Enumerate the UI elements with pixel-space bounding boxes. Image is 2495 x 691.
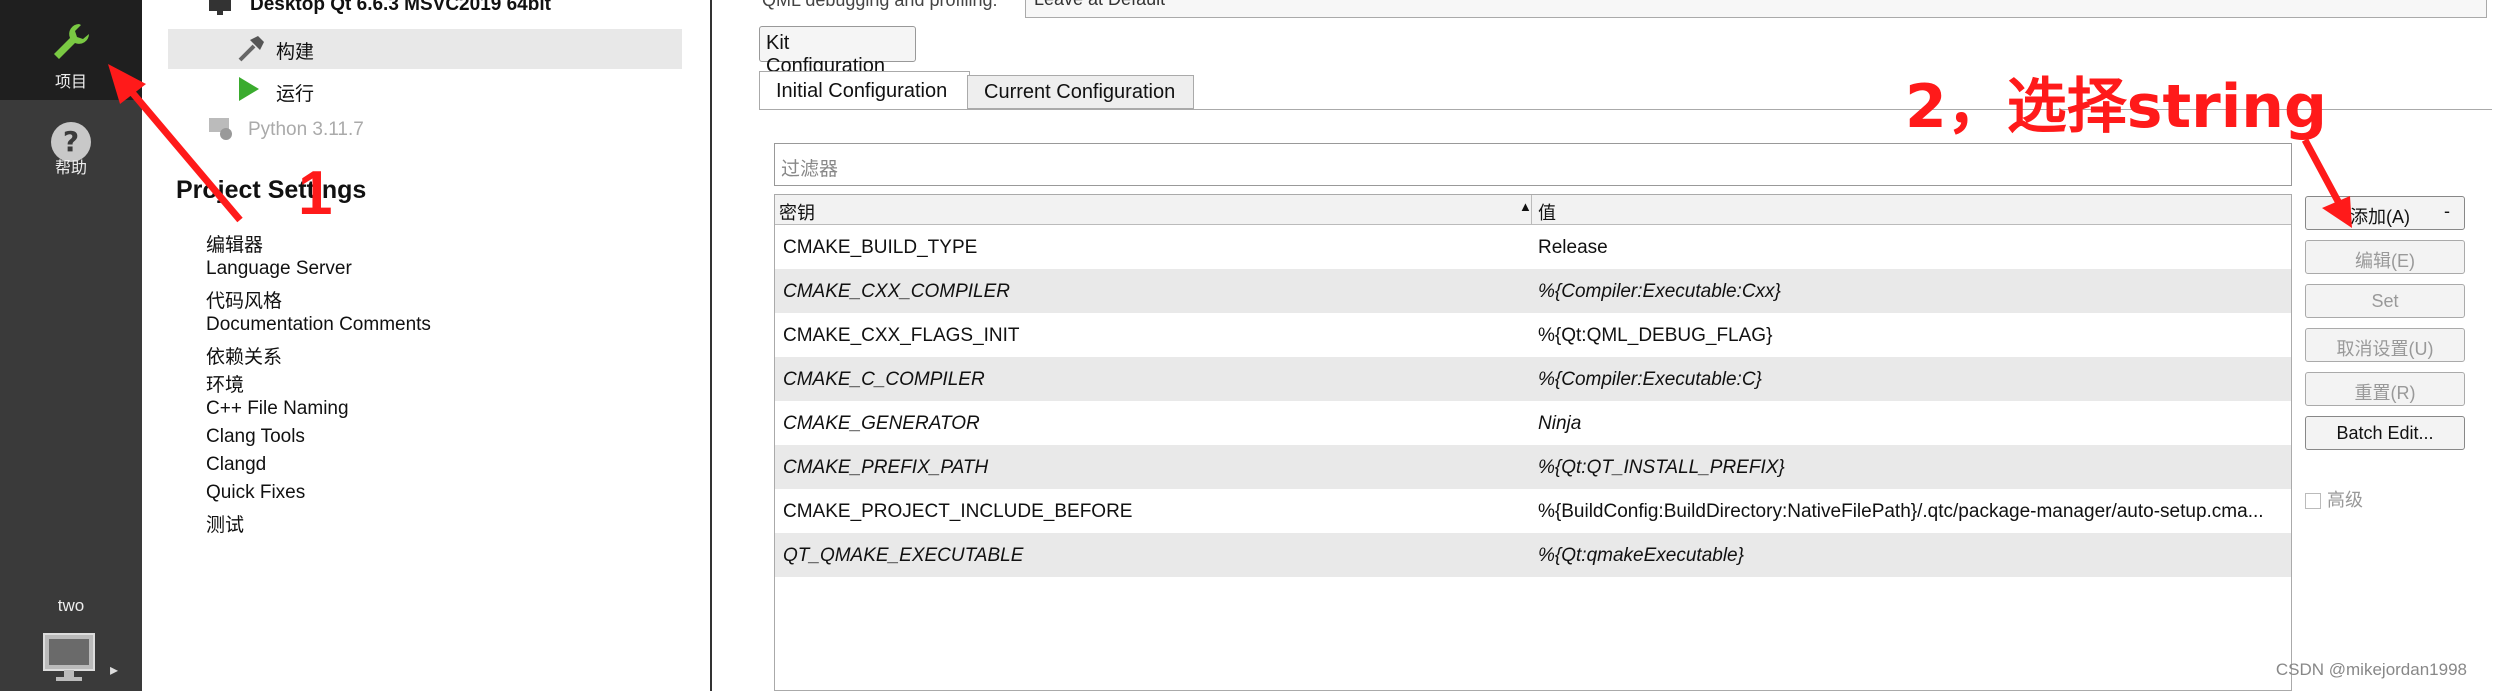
table-row[interactable]: CMAKE_PREFIX_PATH %{Qt:QT_INSTALL_PREFIX…: [775, 445, 2291, 489]
wrench-icon: [54, 24, 89, 59]
mode-help[interactable]: ? 帮助: [0, 108, 142, 208]
row-value: %{Qt:qmakeExecutable}: [1538, 545, 1744, 566]
kit-selector-label[interactable]: two: [0, 596, 142, 616]
reset-button[interactable]: 重置(R): [2305, 372, 2465, 406]
tree-item-python-label: Python 3.11.7: [248, 119, 364, 140]
settings-item-code-style[interactable]: 代码风格: [206, 286, 282, 313]
row-key: CMAKE_PROJECT_INCLUDE_BEFORE: [783, 501, 1133, 522]
edit-button[interactable]: 编辑(E): [2305, 240, 2465, 274]
row-value: Ninja: [1538, 413, 1582, 434]
row-key: CMAKE_BUILD_TYPE: [783, 237, 978, 258]
table-row[interactable]: CMAKE_C_COMPILER %{Compiler:Executable:C…: [775, 357, 2291, 401]
advanced-label: 高级: [2327, 490, 2363, 510]
table-row[interactable]: QT_QMAKE_EXECUTABLE %{Qt:qmakeExecutable…: [775, 533, 2291, 577]
cmake-config-table[interactable]: 密钥 ▲ 值 CMAKE_BUILD_TYPE Release CMAKE_CX…: [774, 194, 2292, 691]
settings-item-language-server[interactable]: Language Server: [206, 258, 352, 280]
mode-help-label: 帮助: [54, 160, 87, 177]
add-menu-icon[interactable]: -: [2444, 201, 2450, 222]
row-key: CMAKE_PREFIX_PATH: [783, 457, 989, 478]
mode-projects[interactable]: 项目: [0, 0, 142, 100]
desktop-kit-icon: [209, 0, 231, 15]
settings-item-clang-tools[interactable]: Clang Tools: [206, 426, 305, 448]
batch-edit-button[interactable]: Batch Edit...: [2305, 416, 2465, 450]
row-value: %{Compiler:Executable:Cxx}: [1538, 281, 1781, 302]
settings-item-testing[interactable]: 测试: [206, 510, 244, 537]
tree-item-build[interactable]: 构建: [168, 29, 682, 69]
project-settings-title: Project Settings: [176, 176, 367, 204]
qml-debugging-label: QML debugging and profiling:: [762, 0, 998, 10]
row-value: %{Qt:QML_DEBUG_FLAG}: [1538, 325, 1773, 346]
table-row[interactable]: CMAKE_BUILD_TYPE Release: [775, 225, 2291, 269]
settings-item-editor[interactable]: 编辑器: [206, 230, 263, 257]
row-value: %{Compiler:Executable:C}: [1538, 369, 1762, 390]
settings-item-cpp-file-naming[interactable]: C++ File Naming: [206, 398, 349, 420]
kit-title[interactable]: Desktop Qt 6.6.3 MSVC2019 64bit: [250, 0, 551, 16]
table-row[interactable]: CMAKE_CXX_COMPILER %{Compiler:Executable…: [775, 269, 2291, 313]
column-header-key[interactable]: 密钥: [779, 199, 815, 225]
annotation-step-1: 1: [298, 159, 333, 228]
monitor-icon[interactable]: [40, 632, 100, 684]
set-button[interactable]: Set: [2305, 284, 2465, 318]
tab-current-configuration[interactable]: Current Configuration: [967, 75, 1194, 109]
row-key: CMAKE_GENERATOR: [783, 413, 980, 434]
table-row[interactable]: CMAKE_GENERATOR Ninja: [775, 401, 2291, 445]
kit-configuration-button[interactable]: Kit Configuration: [759, 26, 916, 77]
table-row[interactable]: CMAKE_PROJECT_INCLUDE_BEFORE %{BuildConf…: [775, 489, 2291, 533]
mode-projects-label: 项目: [54, 74, 87, 91]
row-key: CMAKE_CXX_COMPILER: [783, 281, 1011, 302]
row-value: %{Qt:QT_INSTALL_PREFIX}: [1538, 457, 1785, 478]
advanced-checkbox[interactable]: 高级: [2305, 486, 2363, 512]
row-key: CMAKE_CXX_FLAGS_INIT: [783, 325, 1020, 346]
column-header-value[interactable]: 值: [1538, 199, 1556, 225]
hammer-icon: [238, 36, 264, 62]
annotation-step-2: 2，选择string: [1905, 72, 2327, 142]
filter-input[interactable]: 过滤器: [774, 143, 2292, 186]
add-button-label: 添加(A): [2350, 207, 2410, 227]
watermark: CSDN @mikejordan1998: [2275, 660, 2467, 679]
run-icon: [239, 77, 259, 101]
unset-button[interactable]: 取消设置(U): [2305, 328, 2465, 362]
sort-ascending-icon[interactable]: ▲: [1519, 199, 1532, 214]
add-button[interactable]: 添加(A) -: [2305, 196, 2465, 230]
kit-expand-icon[interactable]: ▸: [110, 660, 118, 680]
settings-item-quick-fixes[interactable]: Quick Fixes: [206, 482, 305, 504]
project-tree-panel: Desktop Qt 6.6.3 MSVC2019 64bit 构建 运行 Py…: [142, 0, 712, 691]
settings-item-documentation-comments[interactable]: Documentation Comments: [206, 314, 431, 336]
table-row[interactable]: CMAKE_CXX_FLAGS_INIT %{Qt:QML_DEBUG_FLAG…: [775, 313, 2291, 357]
settings-item-clangd[interactable]: Clangd: [206, 454, 266, 476]
tab-initial-configuration[interactable]: Initial Configuration: [759, 71, 970, 110]
settings-item-dependencies[interactable]: 依赖关系: [206, 342, 282, 369]
row-value: Release: [1538, 237, 1608, 258]
settings-item-environment[interactable]: 环境: [206, 370, 244, 397]
checkbox-icon[interactable]: [2305, 493, 2321, 510]
mode-bar: 项目 ? 帮助 two ▸: [0, 0, 142, 691]
tree-item-run-label: 运行: [276, 84, 315, 105]
table-header: 密钥 ▲ 值: [775, 195, 2291, 225]
column-separator[interactable]: [1531, 195, 1532, 225]
tree-item-build-label: 构建: [276, 42, 315, 63]
kit-title-text: Desktop Qt 6.6.3 MSVC2019 64bit: [250, 0, 551, 15]
row-key: QT_QMAKE_EXECUTABLE: [783, 545, 1024, 566]
row-value: %{BuildConfig:BuildDirectory:NativeFileP…: [1538, 501, 2264, 522]
row-key: CMAKE_C_COMPILER: [783, 369, 985, 390]
python-icon: [209, 118, 232, 140]
qml-debugging-combo[interactable]: Leave at Default: [1025, 0, 2487, 18]
